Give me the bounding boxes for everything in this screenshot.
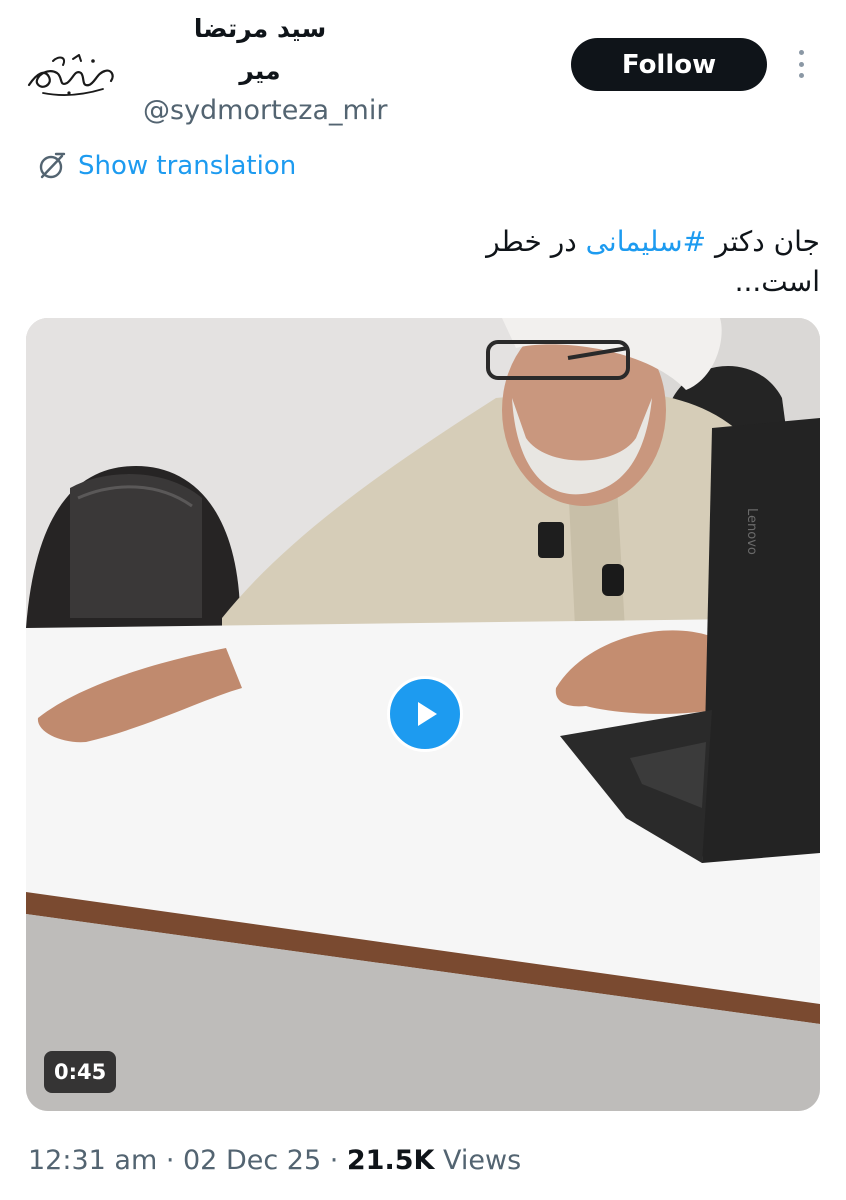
views-label: Views [434,1145,522,1176]
author-display-name-line2[interactable]: میر [160,56,360,85]
tweet-text-line1: جان دکتر #سلیمانی در خطر [40,222,820,262]
translate-globe-icon [39,152,66,179]
meta-separator: · [157,1145,183,1176]
show-translation-label: Show translation [78,151,297,181]
tweet-text-line2: است... [734,265,820,298]
show-translation-link[interactable]: Show translation [36,150,296,182]
tweet-meta: 12:31 am · 02 Dec 25 · 21.5K Views [28,1145,521,1176]
follow-button[interactable]: Follow [571,38,767,91]
tweet-text-before: جان دکتر [706,225,820,258]
play-icon [418,702,437,726]
signature-avatar-icon [27,54,114,96]
more-vertical-icon[interactable] [788,46,814,82]
author-handle[interactable]: @sydmorteza_mir [143,95,387,126]
hashtag-link[interactable]: #سلیمانی [586,225,707,258]
laptop-brand-label: Lenovo [744,508,759,555]
video-duration-badge: 0:45 [44,1051,117,1093]
views-count: 21.5K [346,1145,435,1176]
play-button[interactable] [387,676,463,752]
video-player[interactable]: Lenovo 0:45 [26,318,820,1111]
author-display-name-line1[interactable]: سید مرتضا [160,14,360,43]
tweet-time[interactable]: 12:31 am [28,1145,157,1176]
tweet-text: جان دکتر #سلیمانی در خطر است... [40,222,820,302]
meta-separator: · [321,1145,347,1176]
avatar[interactable] [20,22,122,124]
tweet-text-after: در خطر [486,225,586,258]
tweet-date[interactable]: 02 Dec 25 [183,1145,321,1176]
